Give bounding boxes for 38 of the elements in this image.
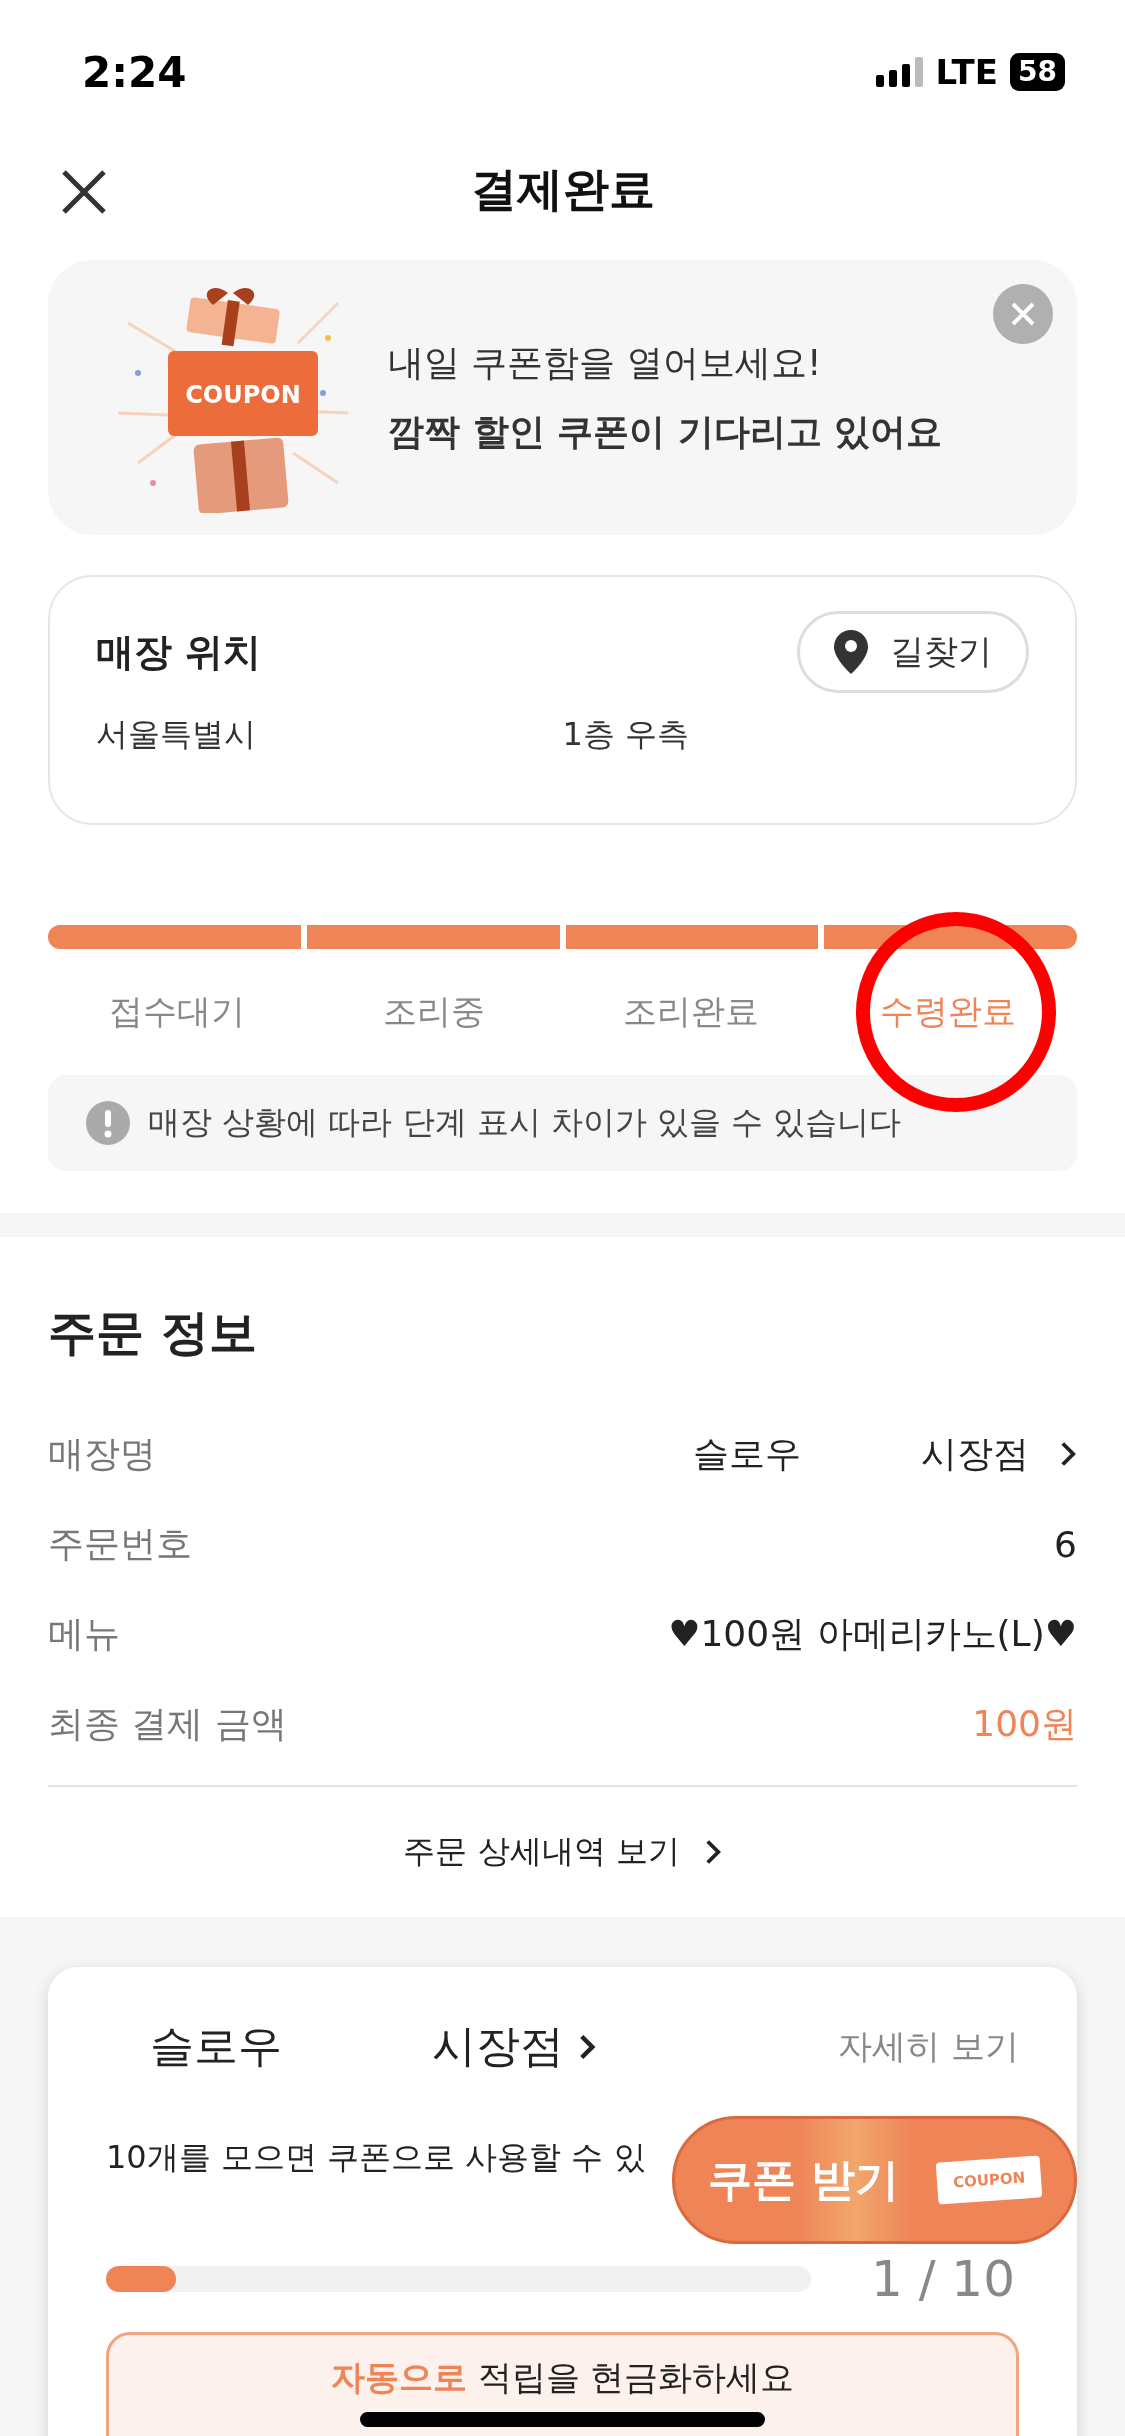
- exclamation-icon: [86, 1101, 130, 1145]
- stamp-description: 10개를 모으면 쿠폰으로 사용할 수 있: [106, 2137, 646, 2178]
- stamp-store-link[interactable]: 슬로우 시장점: [150, 2017, 596, 2076]
- store-address: 서울특별시: [96, 714, 257, 755]
- coupon-gift-drawing: COUPON: [108, 282, 358, 513]
- order-detail-link[interactable]: 주문 상세내역 보기: [48, 1787, 1077, 1917]
- coupon-banner[interactable]: COUPON 내일 쿠폰함을 열어보세요! 깜짝 할인 쿠폰이 기다리고 있어요: [48, 260, 1077, 535]
- chevron-right-icon: [1059, 1440, 1077, 1468]
- banner-headline: 깜짝 할인 쿠폰이 기다리고 있어요: [388, 409, 943, 454]
- stamp-count: 1 / 10: [870, 2250, 1015, 2308]
- location-pin-icon: [834, 630, 868, 674]
- row-label: 메뉴: [48, 1611, 120, 1656]
- row-label: 주문번호: [48, 1521, 192, 1566]
- banner-text: 내일 쿠폰함을 열어보세요!: [388, 340, 823, 385]
- view-details-link[interactable]: 자세히 보기: [838, 2023, 1019, 2070]
- notice-text: 매장 상황에 따라 단계 표시 차이가 있을 수 있습니다: [148, 1102, 902, 1143]
- close-icon: [1010, 301, 1036, 327]
- battery-indicator: 58: [1010, 53, 1065, 91]
- signal-icon: [875, 57, 924, 87]
- directions-button[interactable]: 길찾기: [797, 611, 1029, 693]
- store-name-link[interactable]: 슬로우 시장점: [693, 1429, 1077, 1479]
- stamp-notice-text: 자동으로 적립을 현금화하세요: [330, 2357, 795, 2397]
- order-step: 수령완료: [880, 989, 1017, 1035]
- section-title: 주문 정보: [48, 1303, 258, 1362]
- network-label: LTE: [935, 52, 999, 92]
- card-title: 매장 위치: [96, 628, 262, 676]
- order-step: 조리중: [382, 989, 485, 1035]
- order-step: 조리완료: [623, 989, 760, 1035]
- page-title: 결제완료: [470, 161, 655, 218]
- row-value: ♥100원 아메리카노(L)♥: [668, 1611, 1077, 1656]
- row-value: 100원: [972, 1701, 1077, 1746]
- row-label: 매장명: [48, 1431, 156, 1476]
- chevron-right-icon: [578, 2032, 596, 2061]
- status-time: 2:24: [82, 47, 187, 97]
- row-label: 최종 결제 금액: [48, 1701, 287, 1746]
- row-value: 6: [1054, 1523, 1077, 1565]
- store-floor: 1층 우측: [562, 714, 691, 755]
- order-step: 접수대기: [108, 989, 245, 1035]
